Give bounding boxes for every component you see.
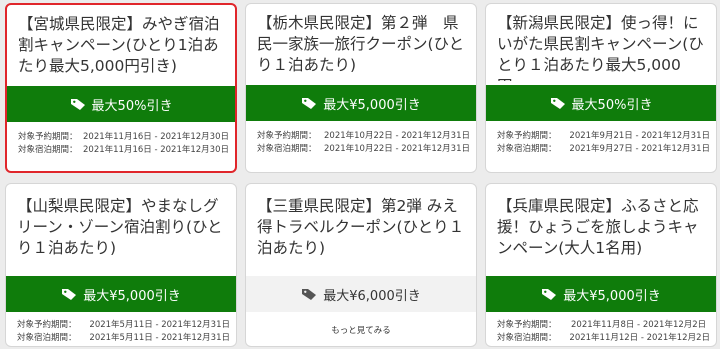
price-tag-icon bbox=[62, 289, 77, 300]
campaign-periods: 対象予約期間： 2021年5月11日 - 2021年12月31日 対象宿泊期間： 2… bbox=[17, 319, 230, 344]
price-tag-icon bbox=[302, 98, 317, 109]
campaign-card-mie[interactable]: 【三重県民限定】第2弾 みえ得トラベルクーポン(ひとり１泊あたり) 最大¥6,0… bbox=[245, 183, 477, 347]
discount-label: 最大¥5,000引き bbox=[323, 97, 421, 113]
discount-banner: 最大¥6,000引き bbox=[246, 276, 476, 312]
campaign-card-hyogo[interactable]: 【兵庫県民限定】ふるさと応援！ひょうごを旅しようキャンペーン(大人1名用) 最大… bbox=[485, 183, 717, 347]
stay-period-label: 対象宿泊期間： bbox=[18, 144, 78, 155]
price-tag-icon bbox=[70, 99, 85, 110]
reservation-period-value: 2021年5月11日 - 2021年12月31日 bbox=[89, 320, 230, 330]
discount-banner: 最大¥5,000引き bbox=[6, 276, 236, 312]
price-tag-icon bbox=[542, 289, 557, 300]
discount-label: 最大¥6,000引き bbox=[323, 288, 421, 304]
stay-period-label: 対象宿泊期間： bbox=[497, 332, 557, 343]
price-tag-icon bbox=[302, 289, 317, 300]
campaign-title: 【栃木県民限定】第２弾 県民一家族一旅行クーポン(ひとり１泊あたり) bbox=[257, 14, 465, 74]
stay-period-label: 対象宿泊期間： bbox=[497, 143, 557, 154]
reservation-period-label: 対象予約期間： bbox=[497, 131, 557, 141]
discount-banner: 最大¥5,000引き bbox=[486, 276, 716, 312]
discount-banner: 最大50%引き bbox=[7, 86, 235, 122]
campaign-grid: 【宮城県民限定】みやぎ宿泊割キャンペーン(ひとり1泊あたり最大5,000円引き)… bbox=[5, 3, 717, 347]
stay-period-label: 対象宿泊期間： bbox=[257, 143, 317, 154]
campaign-title: 【兵庫県民限定】ふるさと応援！ひょうごを旅しようキャンペーン(大人1名用) bbox=[497, 197, 699, 257]
discount-label: 最大50%引き bbox=[571, 97, 653, 113]
campaign-periods: 対象予約期間： 2021年10月22日 - 2021年12月31日 対象宿泊期間：… bbox=[257, 130, 470, 155]
reservation-period-label: 対象予約期間： bbox=[257, 131, 317, 141]
campaign-periods: 対象予約期間： 2021年9月21日 - 2021年12月31日 対象宿泊期間： 2… bbox=[497, 130, 710, 155]
campaign-periods: 対象予約期間： 2021年11月16日 - 2021年12月30日 対象宿泊期間：… bbox=[18, 131, 229, 156]
campaign-title: 【宮城県民限定】みやぎ宿泊割キャンペーン(ひとり1泊あたり最大5,000円引き) bbox=[18, 15, 220, 75]
discount-label: 最大¥5,000引き bbox=[563, 288, 661, 304]
reservation-period-label: 対象予約期間： bbox=[17, 320, 77, 330]
campaign-periods: 対象予約期間： 2021年11月8日 - 2021年12月2日 対象宿泊期間： 20… bbox=[497, 319, 710, 344]
see-more-link[interactable]: もっと見てみる bbox=[246, 324, 476, 336]
stay-period-value: 2021年9月27日 - 2021年12月31日 bbox=[569, 143, 710, 154]
campaign-title: 【三重県民限定】第2弾 みえ得トラベルクーポン(ひとり１泊あたり) bbox=[257, 197, 465, 257]
discount-label: 最大¥5,000引き bbox=[83, 288, 181, 304]
campaign-title: 【山梨県民限定】やまなしグリーン・ゾーン宿泊割り(ひとり１泊あたり) bbox=[17, 197, 223, 257]
reservation-period-value: 2021年11月16日 - 2021年12月30日 bbox=[83, 132, 229, 142]
reservation-period-value: 2021年10月22日 - 2021年12月31日 bbox=[324, 131, 470, 141]
stay-period-value: 2021年5月11日 - 2021年12月31日 bbox=[89, 332, 230, 343]
stay-period-value: 2021年11月16日 - 2021年12月30日 bbox=[83, 144, 229, 155]
campaign-card-niigata[interactable]: 【新潟県民限定】使っ得！にいがた県民割キャンペーン(ひとり１泊あたり最大5,00… bbox=[485, 3, 717, 173]
reservation-period-label: 対象予約期間： bbox=[497, 320, 557, 330]
campaign-card-tochigi[interactable]: 【栃木県民限定】第２弾 県民一家族一旅行クーポン(ひとり１泊あたり) 最大¥5,… bbox=[245, 3, 477, 173]
stay-period-value: 2021年10月22日 - 2021年12月31日 bbox=[324, 143, 470, 154]
reservation-period-value: 2021年11月8日 - 2021年12月2日 bbox=[571, 320, 707, 330]
stay-period-value: 2021年11月12日 - 2021年12月2日 bbox=[569, 332, 710, 343]
reservation-period-value: 2021年9月21日 - 2021年12月31日 bbox=[569, 131, 710, 141]
campaign-card-yamanashi[interactable]: 【山梨県民限定】やまなしグリーン・ゾーン宿泊割り(ひとり１泊あたり) 最大¥5,… bbox=[5, 183, 237, 347]
reservation-period-label: 対象予約期間： bbox=[18, 132, 78, 142]
price-tag-icon bbox=[550, 98, 565, 109]
discount-banner: 最大¥5,000引き bbox=[246, 85, 476, 121]
stay-period-label: 対象宿泊期間： bbox=[17, 332, 77, 343]
discount-label: 最大50%引き bbox=[91, 98, 173, 114]
discount-banner: 最大50%引き bbox=[486, 85, 716, 121]
campaign-card-miyagi[interactable]: 【宮城県民限定】みやぎ宿泊割キャンペーン(ひとり1泊あたり最大5,000円引き)… bbox=[5, 3, 237, 173]
campaign-title: 【新潟県民限定】使っ得！にいがた県民割キャンペーン(ひとり１泊あたり最大5,00… bbox=[497, 14, 704, 81]
